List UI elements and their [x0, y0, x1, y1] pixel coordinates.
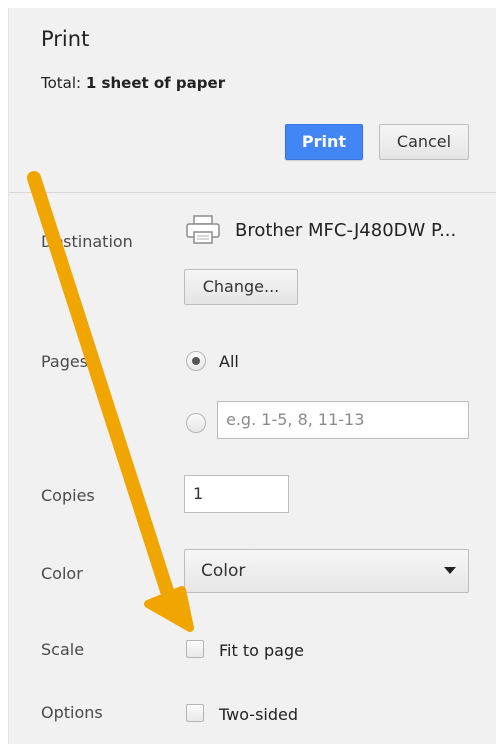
pages-label: Pages: [41, 352, 89, 371]
dialog-title: Print: [41, 27, 90, 51]
printer-icon: [184, 214, 222, 246]
total-label: Total:: [41, 74, 82, 92]
printer-name: Brother MFC-J480DW P...: [235, 220, 457, 241]
pages-range-placeholder: e.g. 1-5, 8, 11-13: [226, 410, 365, 429]
cancel-button[interactable]: Cancel: [379, 124, 469, 160]
destination-label: Destination: [41, 232, 133, 251]
print-settings-panel: Print Total: 1 sheet of paper Print Canc…: [8, 8, 496, 744]
two-sided-checkbox[interactable]: [186, 704, 204, 722]
color-select-value: Color: [201, 561, 246, 581]
pages-custom-radio[interactable]: [186, 413, 206, 433]
fit-to-page-checkbox[interactable]: [186, 640, 204, 658]
copies-label: Copies: [41, 486, 95, 505]
scale-label: Scale: [41, 640, 85, 659]
print-header: Print Total: 1 sheet of paper Print Canc…: [9, 8, 496, 192]
options-label: Options: [41, 703, 103, 722]
chevron-down-icon: [444, 567, 456, 574]
sheet-total: Total: 1 sheet of paper: [41, 74, 225, 92]
header-divider: [9, 192, 496, 193]
print-button[interactable]: Print: [285, 124, 363, 160]
total-value: 1 sheet of paper: [85, 74, 226, 92]
pages-all-label: All: [219, 352, 239, 371]
pages-all-radio[interactable]: [186, 351, 206, 371]
two-sided-label: Two-sided: [219, 705, 299, 724]
fit-to-page-label: Fit to page: [219, 641, 304, 660]
color-select[interactable]: Color: [184, 549, 469, 593]
change-destination-button[interactable]: Change...: [184, 269, 298, 305]
color-label: Color: [41, 564, 83, 583]
copies-input[interactable]: 1: [184, 475, 289, 513]
radio-selected-dot: [192, 357, 200, 365]
pages-range-input[interactable]: e.g. 1-5, 8, 11-13: [217, 401, 469, 439]
